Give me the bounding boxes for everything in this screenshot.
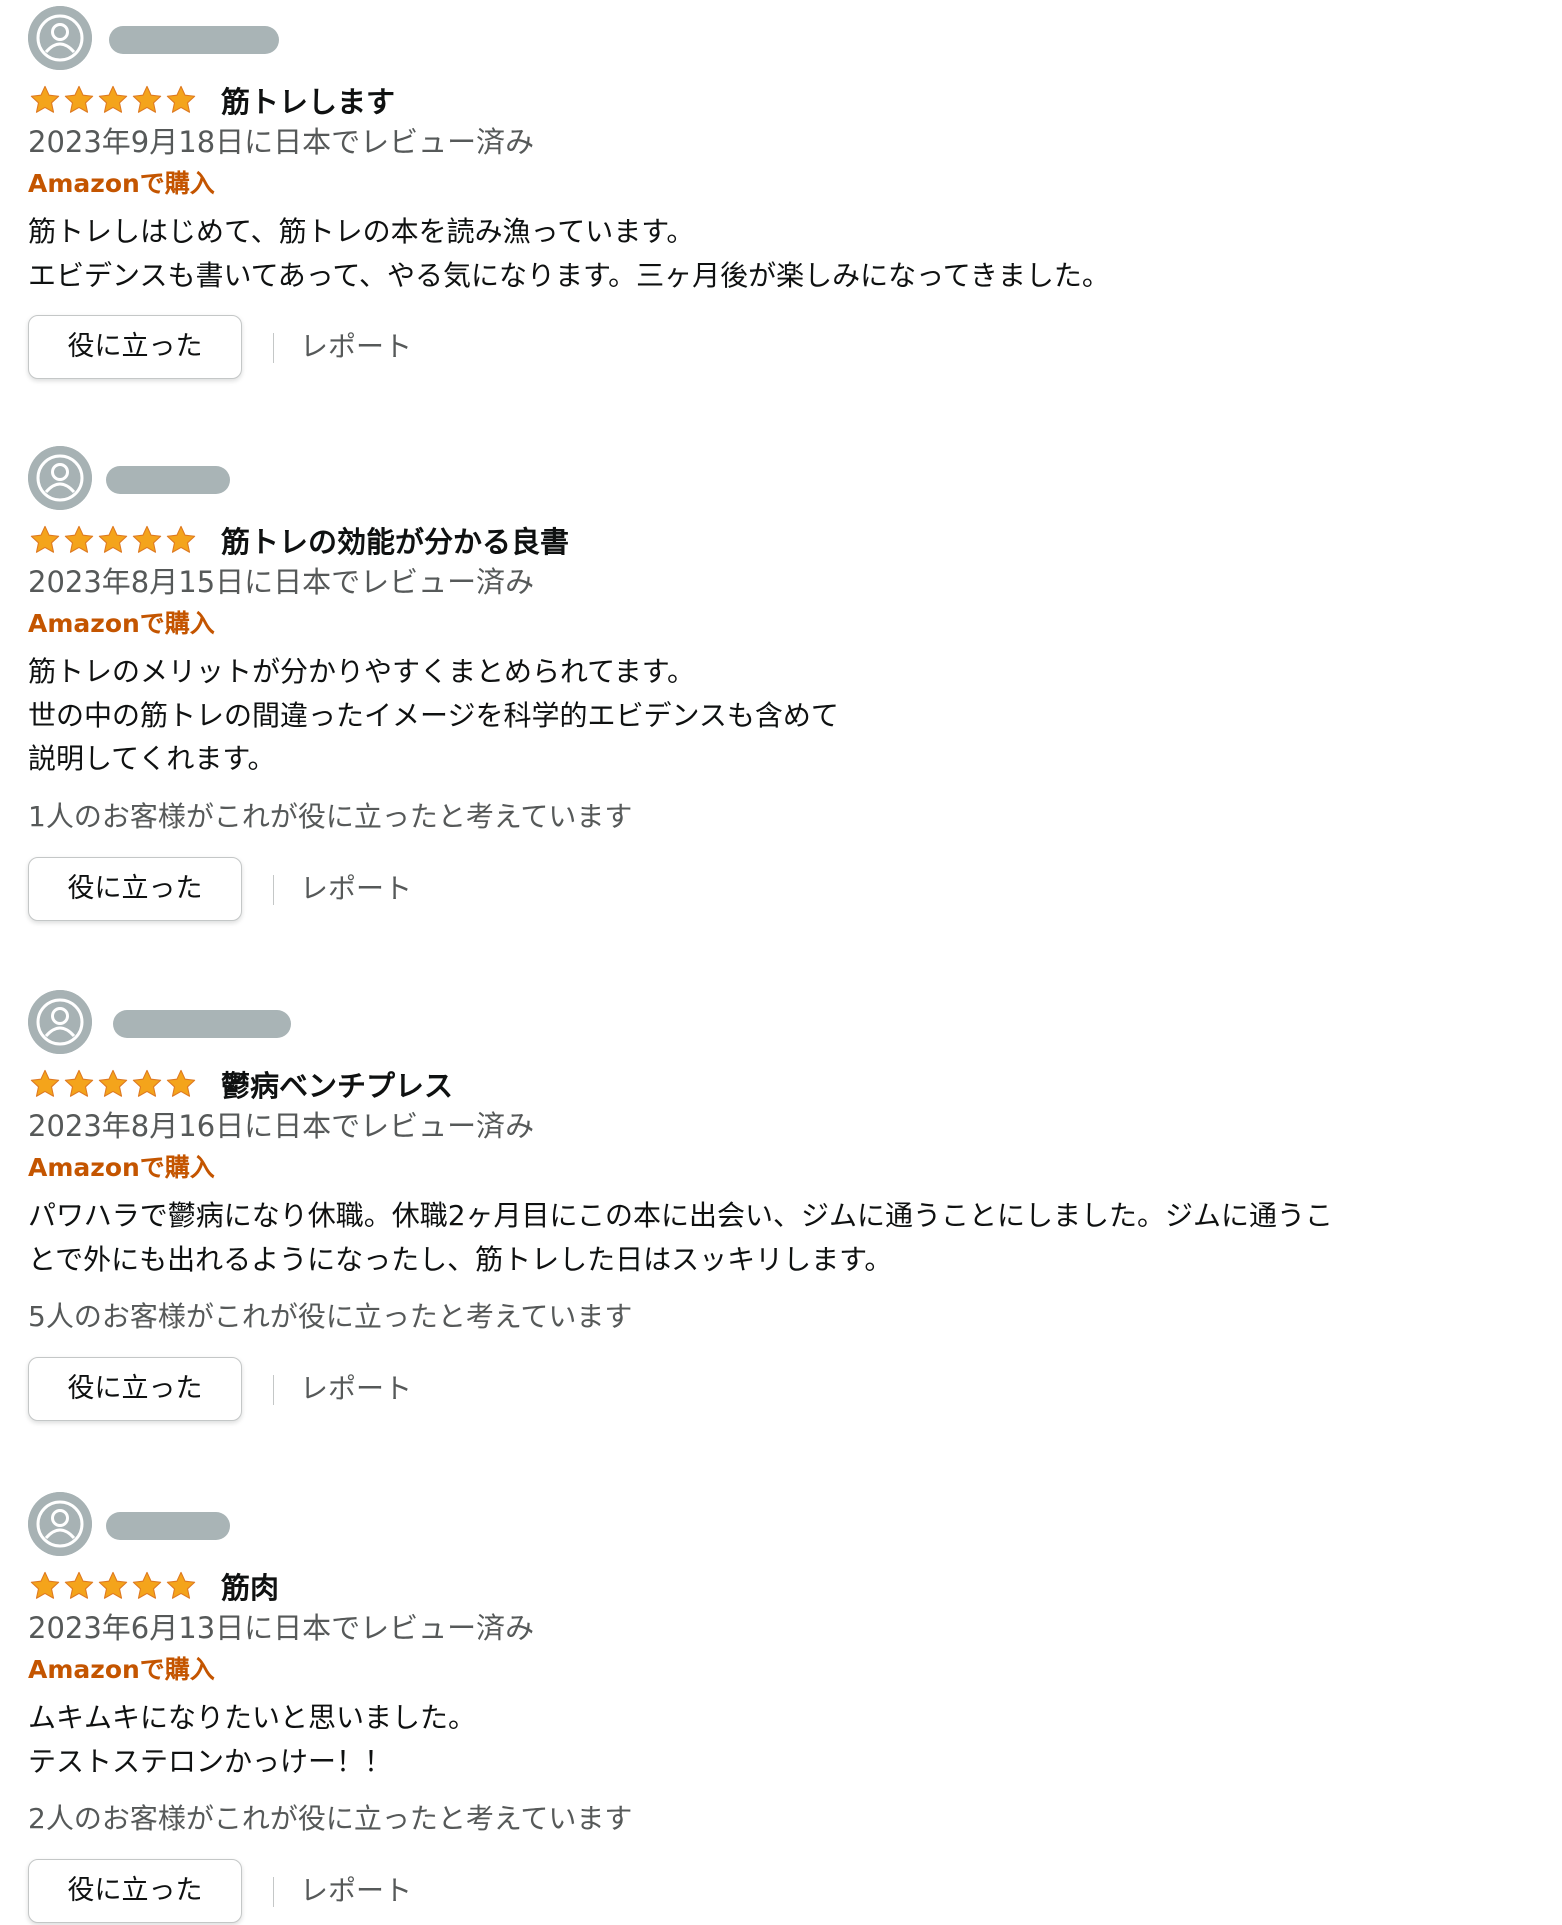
review-title[interactable]: 鬱病ベンチプレス bbox=[221, 1066, 453, 1106]
review-body: パワハラで鬱病になり休職。休職2ヶ月目にこの本に出会い、ジムに通うことにしました… bbox=[28, 1194, 1528, 1281]
avatar[interactable] bbox=[28, 1492, 92, 1556]
star-icon bbox=[30, 525, 60, 553]
star-icon bbox=[98, 85, 128, 113]
star-icon bbox=[98, 525, 128, 553]
divider bbox=[273, 874, 274, 905]
star-icon bbox=[166, 1571, 196, 1599]
verified-purchase-badge: Amazonで購入 bbox=[28, 169, 215, 198]
reviewer-name-redacted bbox=[106, 466, 230, 494]
verified-purchase-badge: Amazonで購入 bbox=[28, 609, 215, 638]
reviewer-profile[interactable] bbox=[28, 6, 1528, 70]
review-body-line: エビデンスも書いてあって、やる気になります。三ヶ月後が楽しみになってきました。 bbox=[28, 258, 1110, 292]
user-silhouette-icon bbox=[28, 1492, 92, 1556]
review-body-line: 説明してくれます。 bbox=[28, 742, 276, 775]
star-icon bbox=[132, 1069, 162, 1097]
reviewer-name-redacted bbox=[113, 1010, 291, 1038]
star-icon bbox=[98, 1571, 128, 1599]
review-body: ムキムキになりたいと思いました。 テストステロンかっけー！！ bbox=[28, 1696, 1528, 1783]
avatar[interactable] bbox=[28, 446, 92, 510]
review-date: 2023年9月18日に日本でレビュー済み bbox=[28, 125, 535, 159]
review-card: 鬱病ベンチプレス 2023年8月16日に日本でレビュー済み Amazonで購入 … bbox=[28, 990, 1528, 1423]
star-icon bbox=[64, 1069, 94, 1097]
helpful-button[interactable]: 役に立った bbox=[28, 1357, 242, 1421]
user-silhouette-icon bbox=[28, 6, 92, 70]
reviewer-name-redacted bbox=[106, 1512, 230, 1540]
star-rating[interactable] bbox=[28, 1570, 198, 1600]
review-title[interactable]: 筋トレします bbox=[221, 82, 395, 122]
star-rating[interactable] bbox=[28, 524, 198, 554]
helpful-button[interactable]: 役に立った bbox=[28, 1859, 242, 1923]
report-link[interactable]: レポート bbox=[300, 325, 412, 369]
review-date: 2023年6月13日に日本でレビュー済み bbox=[28, 1611, 535, 1645]
review-card: 筋肉 2023年6月13日に日本でレビュー済み Amazonで購入 ムキムキにな… bbox=[28, 1492, 1528, 1925]
avatar[interactable] bbox=[28, 6, 92, 70]
star-rating[interactable] bbox=[28, 1068, 198, 1098]
helpful-count: 2人のお客様がこれが役に立ったと考えています bbox=[28, 1802, 633, 1835]
review-date: 2023年8月16日に日本でレビュー済み bbox=[28, 1109, 535, 1143]
verified-purchase-badge: Amazonで購入 bbox=[28, 1655, 215, 1684]
report-link[interactable]: レポート bbox=[300, 1367, 412, 1411]
divider bbox=[273, 333, 274, 363]
reviewer-profile[interactable] bbox=[28, 446, 1528, 510]
review-date: 2023年8月15日に日本でレビュー済み bbox=[28, 565, 535, 599]
review-body: 筋トレしはじめて、筋トレの本を読み漁っています。 エビデンスも書いてあって、やる… bbox=[28, 210, 1528, 297]
star-icon bbox=[30, 1571, 60, 1599]
review-body-line: 世の中の筋トレの間違ったイメージを科学的エビデンスも含めて bbox=[28, 698, 839, 732]
reviewer-profile[interactable] bbox=[28, 1492, 1528, 1556]
avatar[interactable] bbox=[28, 990, 92, 1054]
review-body: 筋トレのメリットが分かりやすくまとめられてます。 世の中の筋トレの間違ったイメー… bbox=[28, 650, 1528, 781]
user-silhouette-icon bbox=[28, 446, 92, 510]
star-rating[interactable] bbox=[28, 84, 198, 114]
star-icon bbox=[166, 85, 196, 113]
divider bbox=[273, 1375, 274, 1405]
star-icon bbox=[132, 525, 162, 553]
review-body-line: 筋トレしはじめて、筋トレの本を読み漁っています。 bbox=[28, 215, 695, 248]
review-body-line: ムキムキになりたいと思いました。 bbox=[28, 1701, 477, 1734]
star-icon bbox=[166, 1069, 196, 1097]
report-link[interactable]: レポート bbox=[300, 1869, 412, 1913]
reviewer-name-redacted bbox=[109, 26, 279, 54]
helpful-count: 1人のお客様がこれが役に立ったと考えています bbox=[28, 799, 633, 833]
star-icon bbox=[132, 85, 162, 113]
report-link[interactable]: レポート bbox=[300, 867, 412, 911]
review-body-line: テストステロンかっけー！！ bbox=[28, 1744, 393, 1778]
helpful-button[interactable]: 役に立った bbox=[28, 315, 242, 379]
star-icon bbox=[98, 1069, 128, 1097]
review-card: 筋トレします 2023年9月18日に日本でレビュー済み Amazonで購入 筋ト… bbox=[28, 6, 1528, 381]
user-silhouette-icon bbox=[28, 990, 92, 1054]
review-card: 筋トレの効能が分かる良書 2023年8月15日に日本でレビュー済み Amazon… bbox=[28, 446, 1528, 923]
star-icon bbox=[132, 1571, 162, 1599]
review-body-line: とで外にも出れるようになったし、筋トレした日はスッキリします。 bbox=[28, 1242, 893, 1276]
review-title[interactable]: 筋肉 bbox=[221, 1568, 279, 1608]
review-body-line: 筋トレのメリットが分かりやすくまとめられてます。 bbox=[28, 655, 695, 688]
star-icon bbox=[30, 1069, 60, 1097]
star-icon bbox=[166, 525, 196, 553]
star-icon bbox=[64, 1571, 94, 1599]
helpful-count: 5人のお客様がこれが役に立ったと考えています bbox=[28, 1300, 633, 1333]
star-icon bbox=[30, 85, 60, 113]
divider bbox=[273, 1877, 274, 1907]
review-body-line: パワハラで鬱病になり休職。休職2ヶ月目にこの本に出会い、ジムに通うことにしました… bbox=[28, 1199, 1333, 1232]
verified-purchase-badge: Amazonで購入 bbox=[28, 1153, 215, 1182]
star-icon bbox=[64, 85, 94, 113]
star-icon bbox=[64, 525, 94, 553]
helpful-button[interactable]: 役に立った bbox=[28, 856, 242, 921]
review-title[interactable]: 筋トレの効能が分かる良書 bbox=[221, 522, 569, 562]
reviewer-profile[interactable] bbox=[28, 990, 1528, 1054]
